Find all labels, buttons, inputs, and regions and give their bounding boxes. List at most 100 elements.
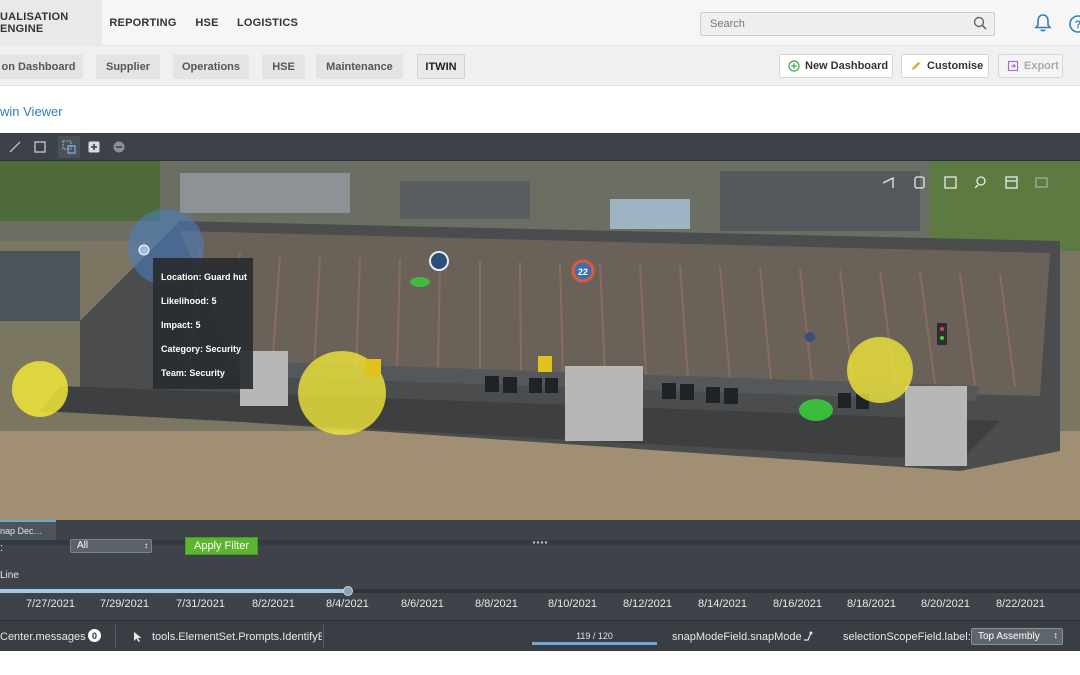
- timeline-panel: nap Dec… : All ↕ Apply Filter Line 7/27/2…: [0, 520, 1080, 620]
- worker-icon[interactable]: [805, 332, 815, 342]
- line-icon: [9, 141, 21, 153]
- rectangle-icon: [34, 141, 46, 153]
- safe-zone-green[interactable]: [410, 277, 430, 287]
- filter-value: All: [77, 540, 89, 551]
- plus-circle-icon: [788, 60, 800, 72]
- export-button[interactable]: Export: [998, 54, 1063, 78]
- timeline-date: 8/4/2021: [326, 598, 369, 610]
- timeline-date: 8/20/2021: [921, 598, 970, 610]
- timeline-date: 8/22/2021: [996, 598, 1045, 610]
- timeline-label: Line: [0, 570, 19, 581]
- selection-scope-label: selectionScopeField.label:: [843, 631, 971, 643]
- timeline-date: 8/18/2021: [847, 598, 896, 610]
- messages-count-badge: 0: [88, 629, 101, 642]
- progress-bar: [532, 642, 657, 645]
- tree-area: [930, 161, 1080, 251]
- tab-operation-dashboard[interactable]: on Dashboard: [0, 54, 83, 79]
- tab-itwin[interactable]: ITWIN: [417, 54, 465, 79]
- panel-resize-bar[interactable]: [0, 540, 1080, 545]
- nav-logistics[interactable]: LOGISTICS: [234, 0, 301, 46]
- measure-area-tool[interactable]: [29, 136, 51, 158]
- timeline-date: 8/14/2021: [698, 598, 747, 610]
- snap-mode-icon[interactable]: [802, 630, 814, 642]
- separator: [115, 625, 116, 648]
- tab-hse[interactable]: HSE: [262, 54, 305, 79]
- help-icon[interactable]: ?: [1068, 14, 1080, 34]
- forklift-icon[interactable]: [365, 359, 381, 377]
- separator: [323, 625, 324, 648]
- select-tool[interactable]: [58, 136, 80, 158]
- tab-operations[interactable]: Operations: [173, 54, 249, 79]
- export-icon: [1007, 60, 1019, 72]
- tooltip-team: Team: Security: [161, 368, 225, 378]
- selection-scope-select[interactable]: Top Assembly ↕: [971, 628, 1063, 645]
- pencil-icon: [912, 61, 921, 70]
- snap-mode-field[interactable]: snapModeField.snapMode: [672, 631, 802, 643]
- selection-scope-value: Top Assembly: [978, 631, 1040, 642]
- tooltip-likelihood: Likelihood: 5: [161, 296, 217, 306]
- filter-label: :: [0, 542, 4, 554]
- messages-field[interactable]: Center.messages: [0, 631, 86, 643]
- itwin-3d-viewer[interactable]: 22 Location: Guard hut Likelihood: 5 Imp…: [0, 133, 1080, 520]
- zoom-in-tool[interactable]: [83, 136, 105, 158]
- zone-pin[interactable]: [138, 244, 150, 256]
- timeline-date: 7/27/2021: [26, 598, 75, 610]
- neighbour-building: [180, 173, 350, 213]
- selection-icon: [62, 140, 76, 154]
- safe-zone-green[interactable]: [799, 399, 833, 421]
- zoom-out-tool[interactable]: [108, 136, 130, 158]
- bell-icon[interactable]: [1034, 13, 1052, 33]
- filter-select[interactable]: All ↕: [70, 539, 152, 553]
- hazard-zone-yellow[interactable]: [847, 337, 913, 403]
- plus-square-icon: [88, 141, 100, 153]
- tool-prompt: tools.ElementSet.Prompts.IdentifyE: [152, 631, 322, 643]
- minus-circle-icon: [113, 141, 125, 153]
- timeline-progress: [0, 589, 348, 593]
- timeline-date: 7/29/2021: [100, 598, 149, 610]
- timeline-date: 8/8/2021: [475, 598, 518, 610]
- tooltip-category: Category: Security: [161, 344, 242, 354]
- new-dashboard-button[interactable]: New Dashboard: [779, 54, 893, 78]
- new-dashboard-label: New Dashboard: [805, 60, 889, 72]
- apply-filter-button[interactable]: Apply Filter: [185, 537, 258, 555]
- status-bar: Center.messages 0 tools.ElementSet.Promp…: [0, 620, 1080, 651]
- page-footer: [0, 651, 1080, 675]
- search-input[interactable]: [700, 12, 995, 36]
- panel-tab-snap-decorations[interactable]: nap Dec…: [0, 520, 56, 540]
- viewer-toolbar: [0, 133, 1080, 161]
- progress-text: 119 / 120: [576, 631, 613, 641]
- drag-handle-icon[interactable]: [530, 540, 550, 545]
- hazard-tooltip: Location: Guard hut Likelihood: 5 Impact…: [153, 258, 253, 389]
- app-title[interactable]: UALISATION ENGINE: [0, 0, 102, 46]
- traffic-light-icon[interactable]: [937, 323, 947, 345]
- forklift-icon[interactable]: [538, 356, 552, 372]
- timeline-handle[interactable]: [342, 586, 353, 596]
- cursor-icon: [134, 632, 142, 642]
- tile-loading-progress: 119 / 120: [532, 631, 657, 645]
- issue-count: 22: [578, 267, 588, 277]
- export-label: Export: [1024, 60, 1059, 72]
- timeline-date: 8/12/2021: [623, 598, 672, 610]
- tab-maintenance[interactable]: Maintenance: [316, 54, 403, 79]
- tooltip-impact: Impact: 5: [161, 320, 201, 330]
- timeline-date: 8/6/2021: [401, 598, 444, 610]
- nav-hse[interactable]: HSE: [185, 0, 229, 46]
- neighbour-building: [0, 251, 80, 321]
- top-navigation-bar: UALISATION ENGINE REPORTING HSE LOGISTIC…: [0, 0, 1080, 46]
- hazard-zone-yellow[interactable]: [12, 361, 68, 417]
- select-arrows-icon: ↕: [144, 541, 148, 550]
- asset-marker[interactable]: [429, 251, 449, 271]
- customise-button[interactable]: Customise: [901, 54, 989, 78]
- timeline-date: 8/2/2021: [252, 598, 295, 610]
- nav-reporting[interactable]: REPORTING: [108, 0, 178, 46]
- customise-label: Customise: [927, 60, 984, 72]
- timeline-date: 7/31/2021: [176, 598, 225, 610]
- green-field: [0, 161, 160, 221]
- measure-line-tool[interactable]: [4, 136, 26, 158]
- tab-supplier[interactable]: Supplier: [96, 54, 160, 79]
- neighbour-building: [610, 199, 690, 229]
- select-arrows-icon: ↕: [1053, 630, 1059, 640]
- tooltip-location: Location: Guard hut: [161, 272, 247, 282]
- search-icon[interactable]: [972, 15, 988, 31]
- timeline-date: 8/16/2021: [773, 598, 822, 610]
